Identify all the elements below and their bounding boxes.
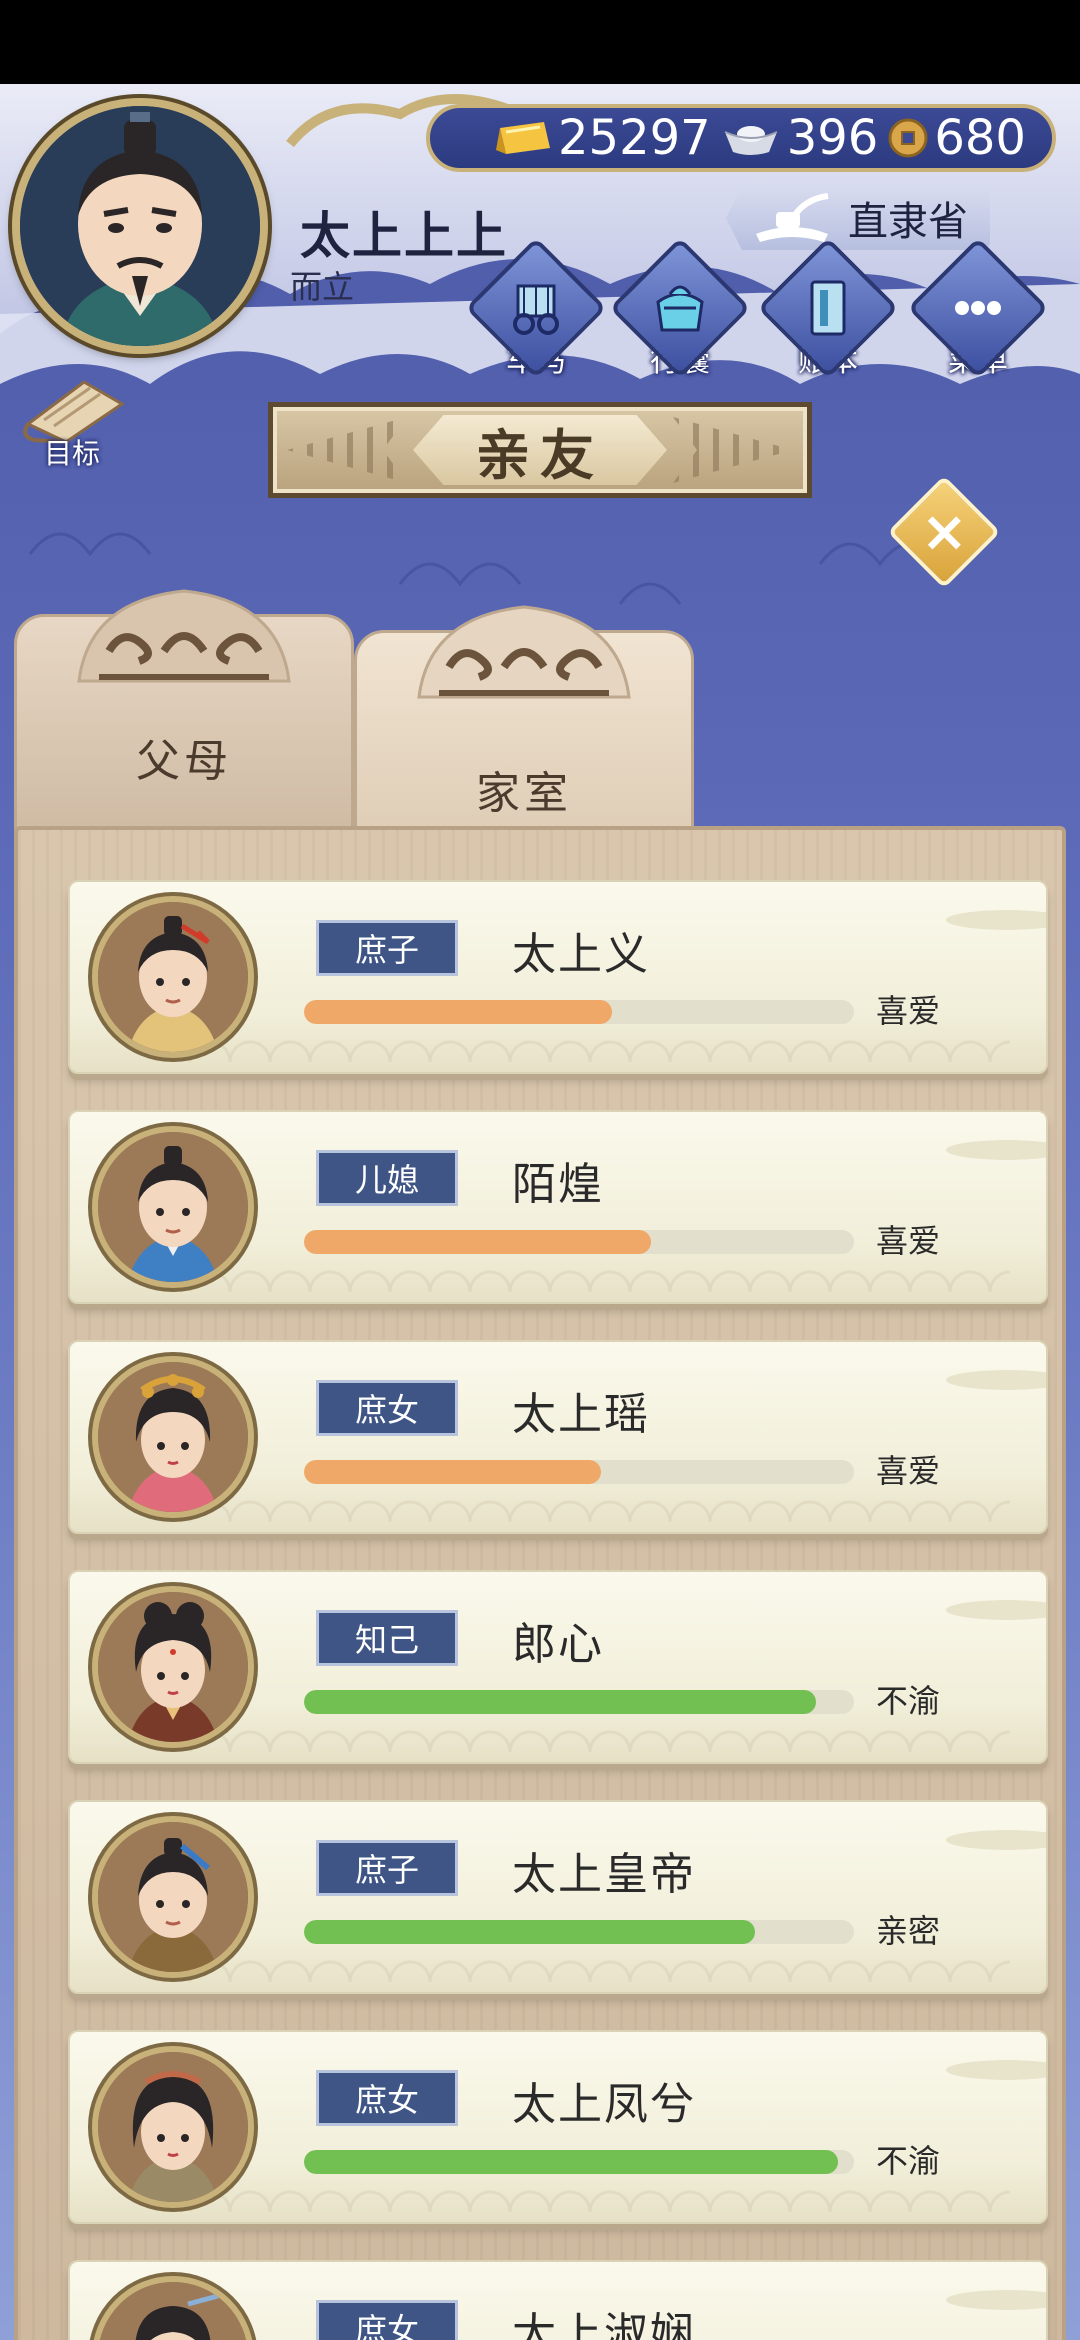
affection-status: 亲密 bbox=[876, 1912, 941, 1950]
location-name: 直隶省 bbox=[848, 199, 968, 245]
banner-left-ornament bbox=[287, 417, 407, 483]
woman-portrait-icon bbox=[98, 1592, 248, 1742]
relative-portrait bbox=[92, 1816, 254, 1978]
girl-portrait-icon bbox=[98, 2282, 248, 2340]
relative-name: 太上凤兮 bbox=[512, 2079, 696, 2130]
silver-ingot-icon bbox=[724, 126, 778, 155]
relative-name: 郎心 bbox=[512, 1619, 604, 1670]
currency-bar: 25297 396 680 bbox=[426, 104, 1056, 172]
goal-label: 目标 bbox=[44, 437, 101, 470]
relation-tag: 庶女 bbox=[316, 2070, 458, 2126]
ledger-button[interactable]: 账本 bbox=[757, 237, 899, 384]
copper-amount: 680 bbox=[934, 110, 1026, 166]
relative-portrait bbox=[92, 2276, 254, 2340]
tab-parents-label: 父母 bbox=[136, 736, 232, 787]
game-screen: 太上上上 而立 25297 396 680 直隶省 目标 亲友 × 父母 家室 … bbox=[0, 84, 1080, 2340]
affection-bar bbox=[304, 1920, 854, 1944]
carriage-button[interactable]: 车马 bbox=[465, 237, 607, 384]
affection-status: 喜爱 bbox=[876, 992, 941, 1030]
relative-portrait bbox=[92, 2046, 254, 2208]
affection-bar bbox=[304, 2150, 854, 2174]
affection-bar-fill bbox=[304, 1460, 601, 1484]
carriage-icon bbox=[513, 284, 559, 335]
relative-portrait bbox=[92, 896, 254, 1058]
player-portrait-icon bbox=[20, 106, 260, 346]
page-title-banner: 亲友 bbox=[268, 402, 812, 498]
silver-amount: 396 bbox=[786, 110, 879, 166]
relative-name: 太上皇帝 bbox=[512, 1849, 696, 1900]
affection-bar bbox=[304, 1230, 854, 1254]
bundle-button[interactable]: 行囊 bbox=[609, 237, 751, 384]
affection-bar bbox=[304, 1690, 854, 1714]
more-menu-button[interactable]: 菜单 bbox=[907, 237, 1049, 384]
relation-tag: 庶子 bbox=[316, 920, 458, 976]
relative-card[interactable]: 庶子 太上皇帝 亲密 bbox=[68, 1800, 1048, 1994]
relative-portrait bbox=[92, 1586, 254, 1748]
relative-card[interactable]: 庶子 太上义 喜爱 bbox=[68, 880, 1048, 1074]
relative-card[interactable]: 庶女 太上淑娴 不渝 bbox=[68, 2260, 1048, 2340]
affection-status: 喜爱 bbox=[876, 1452, 941, 1490]
relative-name: 太上义 bbox=[512, 929, 650, 980]
ledger-icon bbox=[810, 280, 846, 336]
man-portrait-icon bbox=[98, 1132, 248, 1282]
relative-name: 太上淑娴 bbox=[512, 2309, 696, 2340]
affection-bar-fill bbox=[304, 1690, 816, 1714]
tab-parents[interactable]: 父母 bbox=[14, 589, 354, 834]
relation-tag: 儿媳 bbox=[316, 1150, 458, 1206]
girl-portrait-icon bbox=[98, 2052, 248, 2202]
tab-household-label: 家室 bbox=[476, 768, 572, 819]
affection-bar-fill bbox=[304, 1230, 651, 1254]
cloud-ornament-icon bbox=[77, 589, 291, 683]
relative-card[interactable]: 儿媳 陌煌 喜爱 bbox=[68, 1110, 1048, 1304]
relation-tag: 知己 bbox=[316, 1610, 458, 1666]
player-age-title: 而立 bbox=[290, 268, 355, 306]
affection-bar-fill bbox=[304, 1000, 612, 1024]
copper-coin-icon bbox=[888, 118, 928, 158]
relative-card[interactable]: 庶女 太上瑶 喜爱 bbox=[68, 1340, 1048, 1534]
gold-amount: 25297 bbox=[558, 110, 711, 166]
page-title: 亲友 bbox=[413, 415, 667, 485]
player-avatar[interactable] bbox=[12, 98, 268, 354]
close-icon: × bbox=[920, 498, 968, 564]
copper-currency: 680 bbox=[888, 110, 1026, 166]
affection-bar bbox=[304, 1000, 854, 1024]
relation-tag: 庶子 bbox=[316, 1840, 458, 1896]
affection-status: 不渝 bbox=[876, 2142, 941, 2180]
relative-card[interactable]: 庶女 太上凤兮 不渝 bbox=[68, 2030, 1048, 2224]
gold-bar-icon bbox=[496, 122, 550, 154]
goal-button[interactable]: 目标 bbox=[14, 374, 134, 484]
boy-portrait-icon bbox=[98, 902, 248, 1052]
relative-name: 陌煌 bbox=[512, 1159, 604, 1210]
banner-right-ornament bbox=[673, 417, 793, 483]
cloud-ornament-icon bbox=[417, 605, 631, 699]
relation-tag: 庶女 bbox=[316, 1380, 458, 1436]
relative-portrait bbox=[92, 1356, 254, 1518]
relative-card[interactable]: 知己 郎心 不渝 bbox=[68, 1570, 1048, 1764]
more-icon bbox=[955, 301, 1001, 315]
silver-currency: 396 bbox=[721, 110, 879, 166]
relative-name: 太上瑶 bbox=[512, 1389, 650, 1440]
affection-bar-fill bbox=[304, 2150, 838, 2174]
affection-bar bbox=[304, 1460, 854, 1484]
bundle-icon bbox=[656, 285, 704, 332]
boy-portrait-icon bbox=[98, 1822, 248, 1972]
affection-status: 喜爱 bbox=[876, 1222, 941, 1260]
location-icon bbox=[756, 193, 829, 242]
affection-status: 不渝 bbox=[876, 1682, 941, 1720]
relative-portrait bbox=[92, 1126, 254, 1288]
relation-tag: 庶女 bbox=[316, 2300, 458, 2340]
affection-bar-fill bbox=[304, 1920, 755, 1944]
gold-currency: 25297 bbox=[492, 110, 711, 166]
girl-portrait-icon bbox=[98, 1362, 248, 1512]
relatives-list-panel[interactable]: 庶子 太上义 喜爱 儿媳 陌煌 喜爱 庶女 太上瑶 喜爱 知己 郎心 不渝 庶子… bbox=[14, 826, 1066, 2340]
